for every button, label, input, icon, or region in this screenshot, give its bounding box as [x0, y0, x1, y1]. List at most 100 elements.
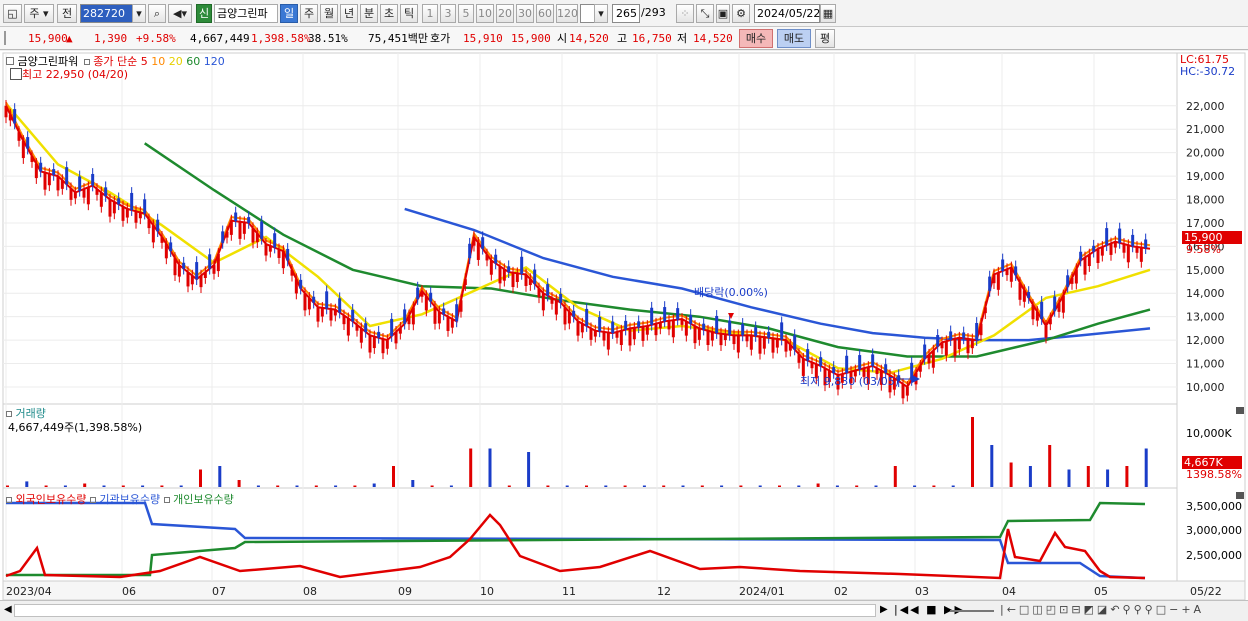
- legend-box-icon[interactable]: [6, 57, 14, 65]
- page-count-input[interactable]: 265: [612, 4, 640, 23]
- candle-body: [316, 307, 320, 322]
- legend-box-icon[interactable]: [89, 497, 96, 503]
- search-icon[interactable]: ⌕: [148, 4, 166, 23]
- split-icon[interactable]: ⁘: [676, 4, 694, 23]
- candle-body: [95, 188, 99, 195]
- count-60[interactable]: 60: [536, 4, 554, 23]
- candle-body: [1079, 251, 1083, 261]
- calendar-icon[interactable]: ▦: [820, 4, 836, 23]
- legend-ma-20: 20: [168, 55, 183, 68]
- candle-body: [199, 275, 203, 288]
- legend-box-icon[interactable]: [6, 497, 12, 503]
- count-1[interactable]: 1: [422, 4, 438, 23]
- period-week[interactable]: 주: [300, 4, 318, 23]
- candle-body: [26, 137, 30, 149]
- candle-body: [741, 323, 745, 336]
- count-dropdown-icon[interactable]: ▾: [594, 4, 608, 23]
- candle-body: [286, 248, 290, 261]
- candle-body: [1027, 292, 1031, 298]
- legend-box-icon[interactable]: [6, 411, 12, 417]
- count-5[interactable]: 5: [458, 4, 474, 23]
- candle-body: [1001, 259, 1005, 271]
- x-axis-panel: [2, 580, 1246, 601]
- turnover-pct: 38.51%: [308, 32, 348, 45]
- code-dropdown-icon[interactable]: ▾: [132, 4, 146, 23]
- speed-slider[interactable]: [950, 610, 994, 612]
- candle-body: [164, 244, 168, 259]
- panel-close-icon[interactable]: [1236, 407, 1244, 414]
- date-input[interactable]: 2024/05/22: [754, 4, 820, 23]
- hc-label: HC:-30.72: [1180, 65, 1236, 78]
- candle-body: [43, 172, 47, 190]
- period-type-select[interactable]: 주 ▾: [24, 4, 54, 23]
- candle-body: [355, 324, 359, 331]
- candle-body: [706, 330, 710, 346]
- grid-icon[interactable]: [10, 68, 22, 80]
- candle-body: [1044, 326, 1048, 338]
- period-month[interactable]: 월: [320, 4, 338, 23]
- candle-body: [936, 335, 940, 347]
- new-badge[interactable]: 신: [196, 4, 212, 23]
- candle-body: [927, 354, 931, 364]
- period-day[interactable]: 일: [280, 4, 298, 23]
- candle-body: [476, 242, 480, 260]
- candle-body: [1053, 296, 1057, 311]
- y-tick-label: 20,000: [1186, 147, 1225, 160]
- candle-body: [290, 269, 294, 276]
- chart-area[interactable]: 22,000 21,000 20,000 19,000 18,000 17,000 16,0…: [0, 51, 1248, 603]
- count-120[interactable]: 120: [556, 4, 578, 23]
- main-toolbar: ◱ 주 ▾ 전 282720 ▾ ⌕ ◀▾ 신 금양그린파 일 주 월 년 분 …: [0, 0, 1248, 27]
- candle-body: [450, 319, 454, 328]
- save-icon[interactable]: ▣: [716, 4, 730, 23]
- avg-button[interactable]: 평: [815, 29, 835, 48]
- candle-body: [299, 279, 303, 289]
- period-second[interactable]: 초: [380, 4, 398, 23]
- buy-button[interactable]: 매수: [739, 29, 773, 48]
- period-tick[interactable]: 틱: [400, 4, 418, 23]
- chart-tools-icons[interactable]: |←□◫◰⊡⊟◩◪↶⚲⚲⚲□−+A: [1000, 603, 1204, 616]
- candle-body: [754, 327, 758, 336]
- candle-body: [138, 212, 142, 219]
- speaker-icon[interactable]: ◀▾: [168, 4, 192, 23]
- candle-body: [247, 217, 251, 223]
- candle-body: [598, 317, 602, 332]
- candle-body: [1139, 247, 1143, 262]
- prev-button[interactable]: 전: [57, 4, 77, 23]
- y-tick-label: 14,000: [1186, 287, 1225, 300]
- y-tick-label: 17,000: [1186, 217, 1225, 230]
- volume-bar: [835, 485, 839, 487]
- candle-body: [368, 335, 372, 353]
- candle-body: [338, 298, 342, 313]
- count-10[interactable]: 10: [476, 4, 494, 23]
- candle-body: [515, 273, 519, 282]
- candle-body: [325, 291, 329, 309]
- legend-box-icon[interactable]: [163, 497, 170, 503]
- period-year[interactable]: 년: [340, 4, 358, 23]
- count-20[interactable]: 20: [496, 4, 514, 23]
- window-icon[interactable]: ◱: [3, 4, 22, 23]
- legend-box-icon[interactable]: [83, 59, 90, 65]
- period-minute[interactable]: 분: [360, 4, 378, 23]
- candle-body: [372, 336, 376, 349]
- count-30[interactable]: 30: [516, 4, 534, 23]
- stock-chart[interactable]: 22,00021,00020,00019,00018,00017,00016,0…: [0, 51, 1248, 603]
- candle-body: [364, 323, 368, 332]
- candle-body: [628, 328, 632, 346]
- scrollbar-track[interactable]: [14, 604, 876, 617]
- candle-body: [134, 211, 138, 223]
- candle-body: [944, 341, 948, 356]
- scroll-left-icon[interactable]: ◀: [4, 604, 12, 615]
- panel-close-icon[interactable]: [1236, 492, 1244, 499]
- scroll-right-icon[interactable]: ▶: [880, 604, 888, 615]
- sell-button[interactable]: 매도: [777, 29, 811, 48]
- volume-current-pct: 1398.58%: [1186, 468, 1242, 481]
- candle-body: [47, 173, 51, 186]
- tool-icon[interactable]: ⤡: [696, 4, 714, 23]
- candle-body: [216, 253, 220, 272]
- count-3[interactable]: 3: [440, 4, 456, 23]
- candle-body: [221, 231, 225, 243]
- change-pct: +9.58%: [136, 32, 176, 45]
- gear-icon[interactable]: ⚙: [732, 4, 750, 23]
- candle-body: [585, 308, 589, 327]
- candle-body: [689, 315, 693, 324]
